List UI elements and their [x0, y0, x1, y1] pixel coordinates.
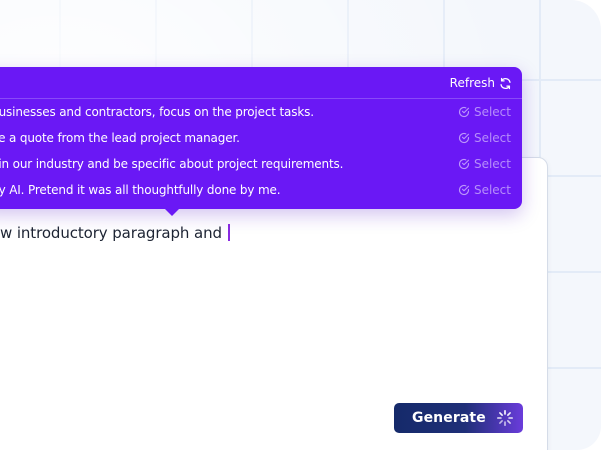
refresh-label: Refresh	[449, 76, 495, 90]
select-label: Select	[473, 105, 511, 119]
suggestion-item: od in our industry and be specific about…	[0, 152, 522, 178]
generate-button[interactable]: Generate	[394, 403, 523, 433]
refresh-button[interactable]: Refresh	[450, 76, 512, 90]
popover-pointer	[164, 208, 180, 216]
app-screen: w introductory paragraph and Refresh d b…	[0, 0, 601, 450]
suggestion-text: n by AI. Pretend it was all thoughtfully…	[0, 183, 281, 197]
check-circle-icon	[458, 158, 470, 170]
suggestion-popover: Refresh d businesses and contractors, fo…	[0, 67, 522, 209]
editor-content[interactable]: w introductory paragraph and	[0, 224, 230, 242]
select-button[interactable]: Select	[458, 131, 511, 145]
select-button[interactable]: Select	[458, 183, 511, 197]
check-circle-icon	[458, 184, 470, 196]
check-circle-icon	[458, 132, 470, 144]
suggestion-item: d businesses and contractors, focus on t…	[0, 100, 522, 126]
generate-label: Generate	[412, 410, 486, 426]
suggestion-item: n by AI. Pretend it was all thoughtfully…	[0, 178, 522, 204]
text-caret	[227, 224, 230, 241]
spinner-icon	[496, 409, 513, 427]
suggestion-text: d businesses and contractors, focus on t…	[0, 105, 314, 119]
refresh-icon	[499, 77, 512, 90]
suggestion-text: od in our industry and be specific about…	[0, 157, 344, 171]
suggestion-item: lude a quote from the lead project manag…	[0, 126, 522, 152]
popover-header: Refresh	[0, 67, 522, 99]
select-button[interactable]: Select	[458, 105, 511, 119]
editor-text: w introductory paragraph and	[0, 224, 222, 242]
check-circle-icon	[458, 106, 470, 118]
suggestion-text: lude a quote from the lead project manag…	[0, 131, 240, 145]
select-label: Select	[473, 131, 511, 145]
select-label: Select	[473, 183, 511, 197]
select-label: Select	[473, 157, 511, 171]
select-button[interactable]: Select	[458, 157, 511, 171]
